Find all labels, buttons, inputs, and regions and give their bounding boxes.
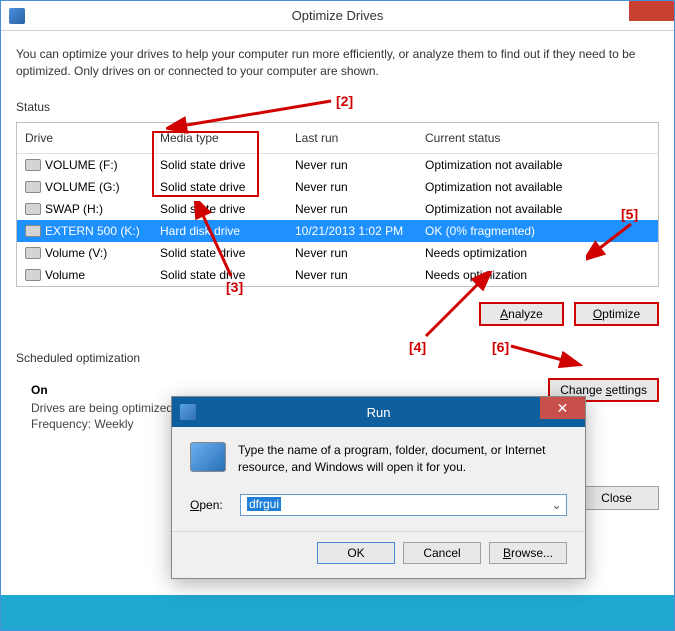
run-description: Type the name of a program, folder, docu… xyxy=(238,442,567,476)
drive-name: SWAP (H:) xyxy=(45,202,103,216)
drive-icon xyxy=(25,225,41,237)
table-row[interactable]: EXTERN 500 (K:) Hard disk drive10/21/2013… xyxy=(17,220,658,242)
last-run: Never run xyxy=(287,200,417,218)
last-run: Never run xyxy=(287,178,417,196)
run-browse-button[interactable]: Browse... xyxy=(489,542,567,564)
drive-table: Drive Media type Last run Current status… xyxy=(16,122,659,287)
col-drive-header[interactable]: Drive xyxy=(17,129,152,147)
run-title: Run xyxy=(367,405,391,420)
description-text: You can optimize your drives to help you… xyxy=(16,46,659,80)
current-status: Optimization not available xyxy=(417,178,658,196)
col-media-header[interactable]: Media type xyxy=(152,129,287,147)
media-type: Solid state drive xyxy=(152,200,287,218)
close-row: Close xyxy=(574,486,659,510)
window-title: Optimize Drives xyxy=(292,8,384,23)
table-row[interactable]: VOLUME (F:) Solid state driveNever runOpt… xyxy=(17,154,658,176)
close-icon[interactable] xyxy=(629,1,674,21)
taskbar-strip xyxy=(1,595,674,630)
last-run: 10/21/2013 1:02 PM xyxy=(287,222,417,240)
run-program-icon xyxy=(190,442,226,472)
last-run: Never run xyxy=(287,266,417,284)
optimize-button[interactable]: Optimize xyxy=(574,302,659,326)
drive-icon xyxy=(25,269,41,281)
optimize-drives-window: Optimize Drives You can optimize your dr… xyxy=(0,0,675,631)
defrag-icon xyxy=(9,8,25,24)
run-open-label: Open: xyxy=(190,498,230,512)
media-type: Solid state drive xyxy=(152,156,287,174)
schedule-label: Scheduled optimization xyxy=(16,351,659,365)
media-type: Solid state drive xyxy=(152,244,287,262)
current-status: Needs optimization xyxy=(417,266,658,284)
run-ok-button[interactable]: OK xyxy=(317,542,395,564)
media-type: Hard disk drive xyxy=(152,222,287,240)
drive-name: Volume xyxy=(45,268,85,282)
run-close-button[interactable]: ✕ xyxy=(540,397,585,419)
run-titlebar: Run ✕ xyxy=(172,397,585,427)
col-status-header[interactable]: Current status xyxy=(417,129,658,147)
drive-name: EXTERN 500 (K:) xyxy=(45,224,140,238)
current-status: OK (0% fragmented) xyxy=(417,222,658,240)
table-row[interactable]: Volume (V:) Solid state driveNever runNee… xyxy=(17,242,658,264)
col-last-header[interactable]: Last run xyxy=(287,129,417,147)
drive-icon xyxy=(25,203,41,215)
status-label: Status xyxy=(16,100,659,114)
run-button-row: OK Cancel Browse... xyxy=(172,531,585,578)
table-row[interactable]: VOLUME (G:) Solid state driveNever runOpt… xyxy=(17,176,658,198)
run-cancel-button[interactable]: Cancel xyxy=(403,542,481,564)
current-status: Optimization not available xyxy=(417,200,658,218)
drive-name: VOLUME (G:) xyxy=(45,180,120,194)
media-type: Solid state drive xyxy=(152,266,287,284)
last-run: Never run xyxy=(287,244,417,262)
run-input-value: dfrgui xyxy=(247,497,281,511)
last-run: Never run xyxy=(287,156,417,174)
drive-icon xyxy=(25,159,41,171)
drive-name: VOLUME (F:) xyxy=(45,158,118,172)
drive-icon xyxy=(25,181,41,193)
run-input-row: Open: dfrgui ⌄ xyxy=(172,486,585,531)
close-button[interactable]: Close xyxy=(574,486,659,510)
table-header: Drive Media type Last run Current status xyxy=(17,123,658,154)
table-row[interactable]: Volume Solid state driveNever runNeeds op… xyxy=(17,264,658,286)
titlebar: Optimize Drives xyxy=(1,1,674,31)
run-dialog: Run ✕ Type the name of a program, folder… xyxy=(171,396,586,579)
analyze-button[interactable]: Analyze xyxy=(479,302,564,326)
drive-name: Volume (V:) xyxy=(45,246,107,260)
action-buttons: Analyze Optimize xyxy=(16,302,659,326)
dropdown-icon[interactable]: ⌄ xyxy=(549,498,564,513)
run-body: Type the name of a program, folder, docu… xyxy=(172,427,585,486)
media-type: Solid state drive xyxy=(152,178,287,196)
current-status: Needs optimization xyxy=(417,244,658,262)
table-row[interactable]: SWAP (H:) Solid state driveNever runOptim… xyxy=(17,198,658,220)
run-open-input[interactable]: dfrgui ⌄ xyxy=(240,494,567,516)
current-status: Optimization not available xyxy=(417,156,658,174)
content-area: You can optimize your drives to help you… xyxy=(1,31,674,458)
drive-icon xyxy=(25,247,41,259)
run-icon xyxy=(180,404,196,420)
